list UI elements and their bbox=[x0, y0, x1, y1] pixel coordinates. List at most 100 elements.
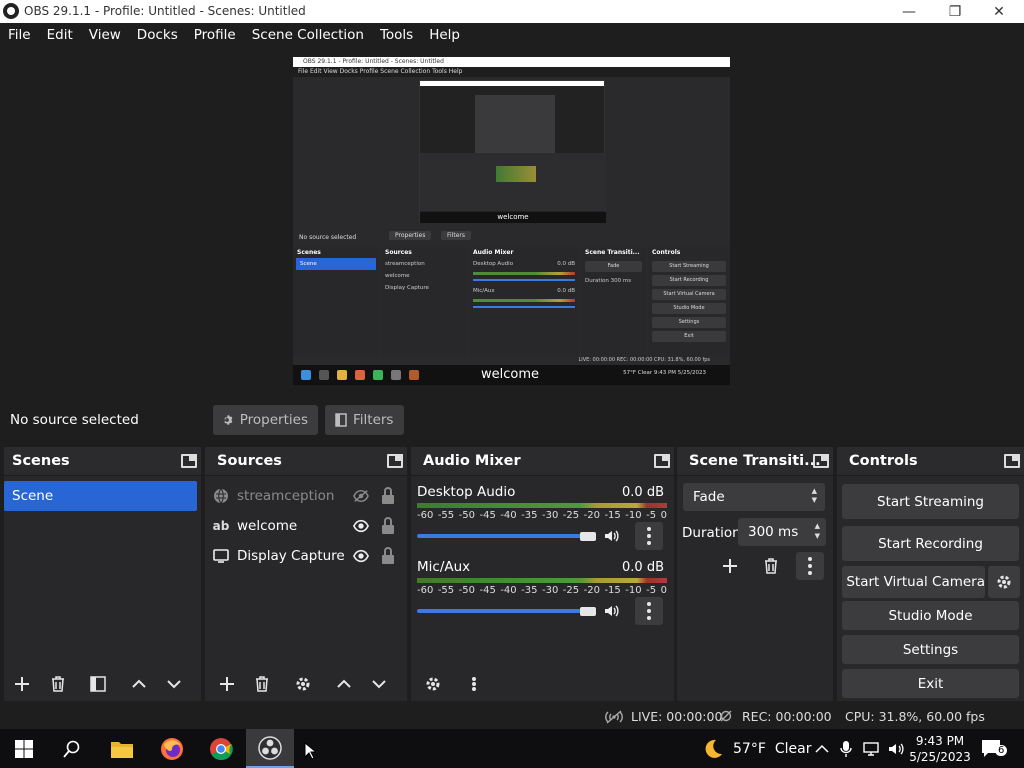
menu-file[interactable]: File bbox=[0, 23, 39, 47]
preview-chrome-icon bbox=[373, 370, 383, 380]
exit-button[interactable]: Exit bbox=[842, 669, 1019, 698]
meter-tick: -15 bbox=[604, 585, 621, 596]
properties-button[interactable]: Properties bbox=[213, 405, 318, 435]
meter-tick: -35 bbox=[521, 585, 538, 596]
microphone-tray-icon[interactable] bbox=[840, 729, 852, 768]
menu-docks[interactable]: Docks bbox=[129, 23, 186, 47]
undock-icon[interactable] bbox=[813, 454, 829, 468]
undock-icon[interactable] bbox=[654, 454, 670, 468]
mic-aux-menu-button[interactable] bbox=[635, 597, 663, 625]
visibility-hidden-icon[interactable] bbox=[353, 488, 369, 504]
moon-icon bbox=[705, 739, 722, 758]
undock-icon[interactable] bbox=[387, 454, 403, 468]
scene-filters-button[interactable] bbox=[84, 670, 112, 698]
move-scene-up-button[interactable] bbox=[125, 670, 153, 698]
preview-mixer-db: 0.0 dB bbox=[557, 288, 575, 294]
preview-mixer-name: Mic/Aux bbox=[473, 288, 495, 294]
menu-tools[interactable]: Tools bbox=[372, 23, 421, 47]
weather-widget[interactable]: 57°F Clear bbox=[702, 729, 812, 768]
desktop-audio-volume-slider[interactable] bbox=[417, 534, 592, 538]
close-button[interactable]: ✕ bbox=[976, 0, 1022, 23]
lock-icon[interactable] bbox=[381, 517, 395, 535]
desktop-audio-menu-button[interactable] bbox=[635, 522, 663, 550]
add-source-button[interactable] bbox=[213, 670, 241, 698]
move-source-down-button[interactable] bbox=[365, 670, 393, 698]
preview-taskbar-icons bbox=[293, 370, 419, 380]
move-scene-down-button[interactable] bbox=[160, 670, 188, 698]
preview-dock-title: Sources bbox=[385, 249, 412, 256]
studio-mode-button[interactable]: Studio Mode bbox=[842, 601, 1019, 630]
transition-select[interactable]: Fade ▲ ▼ bbox=[683, 483, 825, 511]
start-recording-button[interactable]: Start Recording bbox=[842, 526, 1019, 561]
menu-view[interactable]: View bbox=[81, 23, 129, 47]
show-hidden-icons-button[interactable] bbox=[815, 729, 829, 768]
preview-taskbar: welcome 57°F Clear 9:43 PM 5/25/2023 bbox=[293, 365, 730, 385]
lock-icon[interactable] bbox=[381, 487, 395, 505]
minimize-button[interactable]: — bbox=[886, 0, 932, 23]
sources-title: Sources bbox=[217, 453, 282, 469]
add-scene-button[interactable] bbox=[8, 670, 36, 698]
updown-arrow-icon: ▲ ▼ bbox=[811, 487, 817, 504]
visibility-icon[interactable] bbox=[353, 548, 369, 564]
preview-title-bar: OBS 29.1.1 - Profile: Untitled - Scenes:… bbox=[293, 57, 730, 67]
undock-icon[interactable] bbox=[181, 454, 197, 468]
firefox-button[interactable] bbox=[148, 729, 196, 768]
maximize-button[interactable]: ❐ bbox=[932, 0, 978, 23]
search-button[interactable] bbox=[48, 729, 96, 768]
speaker-icon[interactable] bbox=[603, 603, 619, 619]
menu-edit[interactable]: Edit bbox=[39, 23, 81, 47]
chevron-down-icon bbox=[372, 680, 386, 689]
clock[interactable]: 9:43 PM 5/25/2023 bbox=[909, 729, 971, 768]
volume-slider-handle[interactable] bbox=[580, 607, 596, 616]
move-source-up-button[interactable] bbox=[330, 670, 358, 698]
windows-logo-icon bbox=[15, 739, 33, 758]
transition-menu-button[interactable] bbox=[796, 552, 824, 580]
start-button[interactable] bbox=[0, 729, 48, 768]
preview-canvas[interactable]: OBS 29.1.1 - Profile: Untitled - Scenes:… bbox=[293, 57, 730, 385]
remove-source-button[interactable] bbox=[248, 670, 276, 698]
file-explorer-button[interactable] bbox=[98, 729, 146, 768]
remove-transition-button[interactable] bbox=[757, 552, 785, 580]
preview-prop-bar: No source selected Properties Filters bbox=[293, 229, 730, 246]
speaker-icon[interactable] bbox=[603, 528, 619, 544]
start-streaming-button[interactable]: Start Streaming bbox=[842, 484, 1019, 519]
mixer-menu-button[interactable] bbox=[460, 670, 488, 698]
scenes-dock-header: Scenes bbox=[4, 447, 201, 476]
filters-button[interactable]: Filters bbox=[325, 405, 404, 435]
remove-scene-button[interactable] bbox=[44, 670, 72, 698]
source-row-display-capture[interactable]: Display Capture bbox=[213, 542, 403, 570]
source-row-streamception[interactable]: streamception bbox=[213, 482, 403, 510]
duration-spinbox[interactable]: 300 ms ▲ ▼ bbox=[738, 518, 826, 546]
visibility-icon[interactable] bbox=[353, 518, 369, 534]
settings-button[interactable]: Settings bbox=[842, 635, 1019, 664]
properties-label: Properties bbox=[239, 412, 308, 428]
scene-list-item[interactable]: Scene bbox=[4, 481, 197, 511]
weather-temp: 57°F bbox=[733, 740, 766, 757]
obs-taskbar-button[interactable] bbox=[246, 729, 294, 768]
preview-filters: Filters bbox=[441, 231, 471, 240]
chrome-button[interactable] bbox=[197, 729, 245, 768]
undock-icon[interactable] bbox=[1004, 454, 1020, 468]
start-virtual-camera-button[interactable]: Start Virtual Camera bbox=[842, 566, 985, 598]
virtual-camera-settings-button[interactable] bbox=[988, 566, 1020, 598]
menu-help[interactable]: Help bbox=[421, 23, 468, 47]
source-properties-button[interactable] bbox=[289, 670, 317, 698]
spin-arrows-icon[interactable]: ▲ ▼ bbox=[815, 521, 820, 541]
clock-date: 5/25/2023 bbox=[909, 749, 971, 764]
mixer-settings-button[interactable] bbox=[419, 670, 447, 698]
preview-properties: Properties bbox=[389, 231, 432, 240]
gear-icon bbox=[296, 677, 310, 691]
volume-slider-handle[interactable] bbox=[580, 532, 596, 541]
volume-tray-icon[interactable] bbox=[887, 729, 905, 768]
source-row-welcome[interactable]: ab welcome bbox=[213, 512, 403, 540]
lock-icon[interactable] bbox=[381, 547, 395, 565]
add-transition-button[interactable] bbox=[716, 552, 744, 580]
menu-scene-collection[interactable]: Scene Collection bbox=[244, 23, 372, 47]
notifications-button[interactable]: 6 bbox=[980, 729, 1008, 768]
title-bar: OBS 29.1.1 - Profile: Untitled - Scenes:… bbox=[0, 0, 1024, 23]
mic-aux-volume-slider[interactable] bbox=[417, 609, 592, 613]
network-tray-icon[interactable] bbox=[863, 729, 879, 768]
desktop-audio-label: Desktop Audio bbox=[417, 484, 516, 500]
preview-dock-sources: Sources streamception welcome Display Ca… bbox=[381, 247, 467, 357]
menu-profile[interactable]: Profile bbox=[186, 23, 244, 47]
